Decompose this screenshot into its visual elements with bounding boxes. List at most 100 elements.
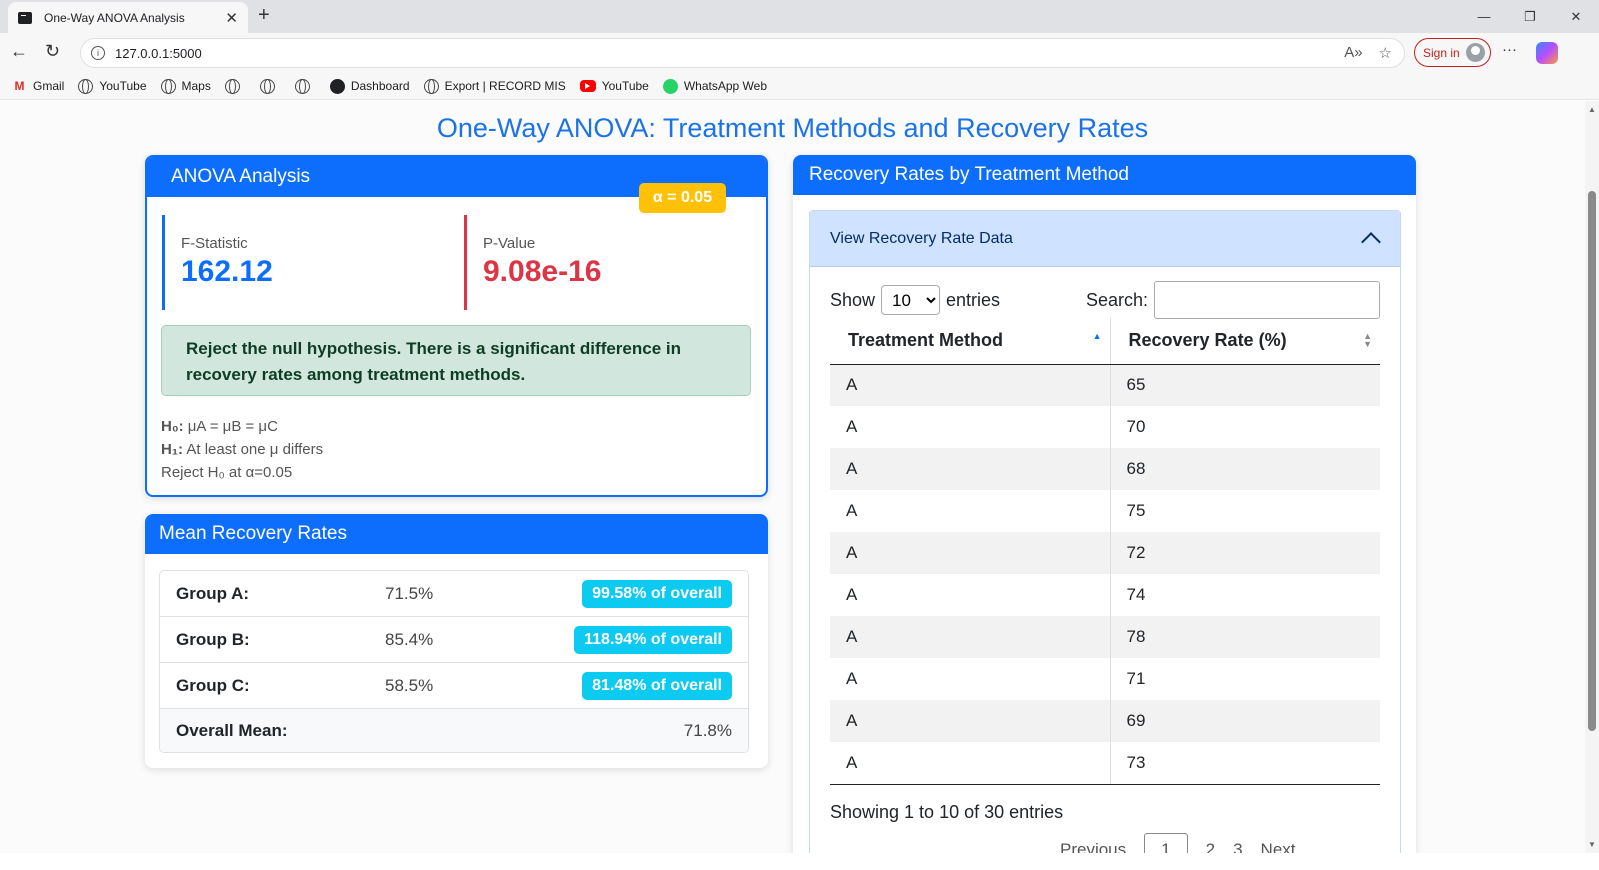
overall-mean-label: Overall Mean: — [176, 720, 288, 740]
restore-icon[interactable]: ❐ — [1507, 0, 1553, 33]
new-tab-icon[interactable]: + — [258, 4, 270, 27]
dashboard-icon — [329, 78, 345, 94]
table-row: A 78 — [830, 616, 1380, 658]
pagination-page-1[interactable]: 1 — [1144, 833, 1188, 853]
tab-title: One-Way ANOVA Analysis — [44, 10, 185, 25]
table-row: A 65 — [830, 364, 1380, 406]
p-value-block: P-Value 9.08e-16 — [464, 215, 601, 310]
globe-icon — [78, 78, 94, 94]
recovery-table: Treatment Method ▲ Recovery Rate (%) ▲ ▼ A6… — [830, 318, 1380, 785]
group-label: Group B: — [176, 629, 250, 649]
alt-hypothesis: H₁: At least one μ differs — [161, 441, 324, 458]
bookmark-export-record-mis[interactable]: Export | RECORD MIS — [423, 78, 566, 94]
scroll-up-icon[interactable]: ▲ — [1588, 105, 1596, 114]
table-row: A 73 — [830, 742, 1380, 785]
youtube-icon — [579, 80, 596, 92]
f-statistic-value: 162.12 — [181, 255, 273, 288]
window-close-icon[interactable]: ✕ — [1553, 0, 1599, 33]
pagination-page-3[interactable]: 3 — [1233, 840, 1242, 853]
percent-badge: 99.58% of overall — [582, 579, 732, 608]
bookmark-maps[interactable]: Maps — [160, 78, 211, 94]
minimize-icon[interactable]: — — [1461, 0, 1507, 33]
site-info-icon[interactable]: i — [91, 46, 105, 60]
table-row: A 71 — [830, 658, 1380, 700]
pagination-next[interactable]: Next — [1261, 840, 1296, 853]
whatsapp-icon — [662, 78, 678, 94]
sort-both-icon: ▲ ▼ — [1363, 331, 1372, 349]
search-input[interactable] — [1154, 281, 1380, 319]
overall-mean-row: Overall Mean: 71.8% — [160, 709, 748, 752]
bookmark-gmail[interactable]: M Gmail — [12, 79, 65, 94]
globe-icon — [423, 78, 439, 94]
page-viewport: One-Way ANOVA: Treatment Methods and Rec… — [0, 101, 1599, 853]
f-statistic-block: F-Statistic 162.12 — [162, 215, 273, 310]
recovery-data-card: Recovery Rates by Treatment Method View … — [793, 155, 1416, 853]
globe-icon — [160, 78, 176, 94]
bookmark-dashboard[interactable]: Dashboard — [329, 78, 410, 94]
close-icon[interactable]: ✕ — [225, 9, 238, 27]
tab-bar: One-Way ANOVA Analysis ✕ + — ❐ ✕ — [0, 0, 1599, 33]
more-menu-icon[interactable]: ··· — [1502, 41, 1517, 58]
url-field[interactable]: i 127.0.0.1:5000 A» ☆ — [80, 38, 1405, 68]
data-card-header: Recovery Rates by Treatment Method — [793, 155, 1416, 195]
table-row: A 68 — [830, 448, 1380, 490]
anova-card: ANOVA Analysis α = 0.05 F-Statistic 162.… — [145, 155, 768, 497]
column-header-treatment[interactable]: Treatment Method ▲ — [830, 318, 1110, 365]
group-mean: 71.5% — [385, 583, 434, 603]
terminal-icon — [18, 11, 32, 24]
accordion-label: View Recovery Rate Data — [830, 230, 1013, 247]
scrollbar-thumb[interactable] — [1588, 191, 1596, 731]
page-scrollbar[interactable]: ▲ ▼ — [1585, 101, 1599, 853]
sort-asc-icon: ▲ — [1092, 331, 1102, 341]
pagination: Previous 1 2 3 Next — [1060, 833, 1296, 853]
reject-rule: Reject H₀ at α=0.05 — [161, 464, 293, 481]
scroll-down-icon[interactable]: ▼ — [1588, 840, 1596, 849]
table-row: A 69 — [830, 700, 1380, 742]
bookmark-unnamed-3[interactable] — [294, 78, 316, 94]
sign-in-label: Sign in — [1423, 45, 1460, 60]
entries-label: entries — [946, 289, 1001, 310]
copilot-icon[interactable] — [1536, 42, 1558, 64]
table-search: Search: — [1086, 281, 1380, 319]
browser-tab[interactable]: One-Way ANOVA Analysis ✕ — [8, 2, 248, 33]
sign-in-button[interactable]: Sign in — [1414, 38, 1491, 67]
bookmarks-bar: M Gmail YouTube Maps Dashboard Export | R… — [0, 73, 1599, 100]
group-label: Group A: — [176, 583, 250, 603]
percent-badge: 118.94% of overall — [574, 625, 732, 654]
table-row: A 74 — [830, 574, 1380, 616]
bookmark-unnamed-2[interactable] — [259, 78, 281, 94]
alpha-badge: α = 0.05 — [639, 183, 726, 213]
gmail-icon: M — [14, 79, 25, 93]
show-label: Show — [830, 289, 876, 310]
f-statistic-label: F-Statistic — [181, 235, 248, 252]
avatar-icon — [1465, 43, 1485, 62]
pagination-previous[interactable]: Previous — [1060, 840, 1126, 853]
favorite-star-icon[interactable]: ☆ — [1379, 44, 1392, 62]
p-value-value: 9.08e-16 — [483, 255, 602, 288]
bookmark-whatsapp[interactable]: WhatsApp Web — [662, 78, 767, 94]
table-row: A 72 — [830, 532, 1380, 574]
mean-recovery-card: Mean Recovery Rates Group A: 71.5% 99.58… — [145, 514, 768, 768]
accordion-toggle-button[interactable]: View Recovery Rate Data — [810, 211, 1400, 267]
column-header-recovery[interactable]: Recovery Rate (%) ▲ ▼ — [1109, 318, 1380, 365]
mean-card-header: Mean Recovery Rates — [145, 514, 768, 554]
pagination-page-2[interactable]: 2 — [1206, 840, 1215, 853]
bookmark-youtube-2[interactable]: YouTube — [579, 79, 649, 93]
address-bar: ← ↻ i 127.0.0.1:5000 A» ☆ Sign in ··· — [0, 33, 1599, 73]
read-aloud-icon[interactable]: A» — [1344, 44, 1362, 62]
group-label: Group C: — [176, 675, 250, 695]
table-row: A 70 — [830, 406, 1380, 448]
url-text: 127.0.0.1:5000 — [115, 45, 202, 61]
entries-select[interactable]: 10 — [881, 285, 941, 315]
bookmark-unnamed-1[interactable] — [224, 78, 246, 94]
list-item: Group B: 85.4% 118.94% of overall — [160, 617, 748, 663]
reload-icon[interactable]: ↻ — [45, 41, 60, 62]
back-icon[interactable]: ← — [10, 41, 28, 62]
globe-icon — [259, 78, 275, 94]
list-item: Group C: 58.5% 81.48% of overall — [160, 663, 748, 709]
globe-icon — [294, 78, 310, 94]
conclusion-alert: Reject the null hypothesis. There is a s… — [161, 325, 751, 396]
group-mean: 58.5% — [385, 675, 434, 695]
bookmark-youtube[interactable]: YouTube — [78, 78, 147, 94]
null-hypothesis: H₀: μA = μB = μC — [161, 418, 278, 435]
